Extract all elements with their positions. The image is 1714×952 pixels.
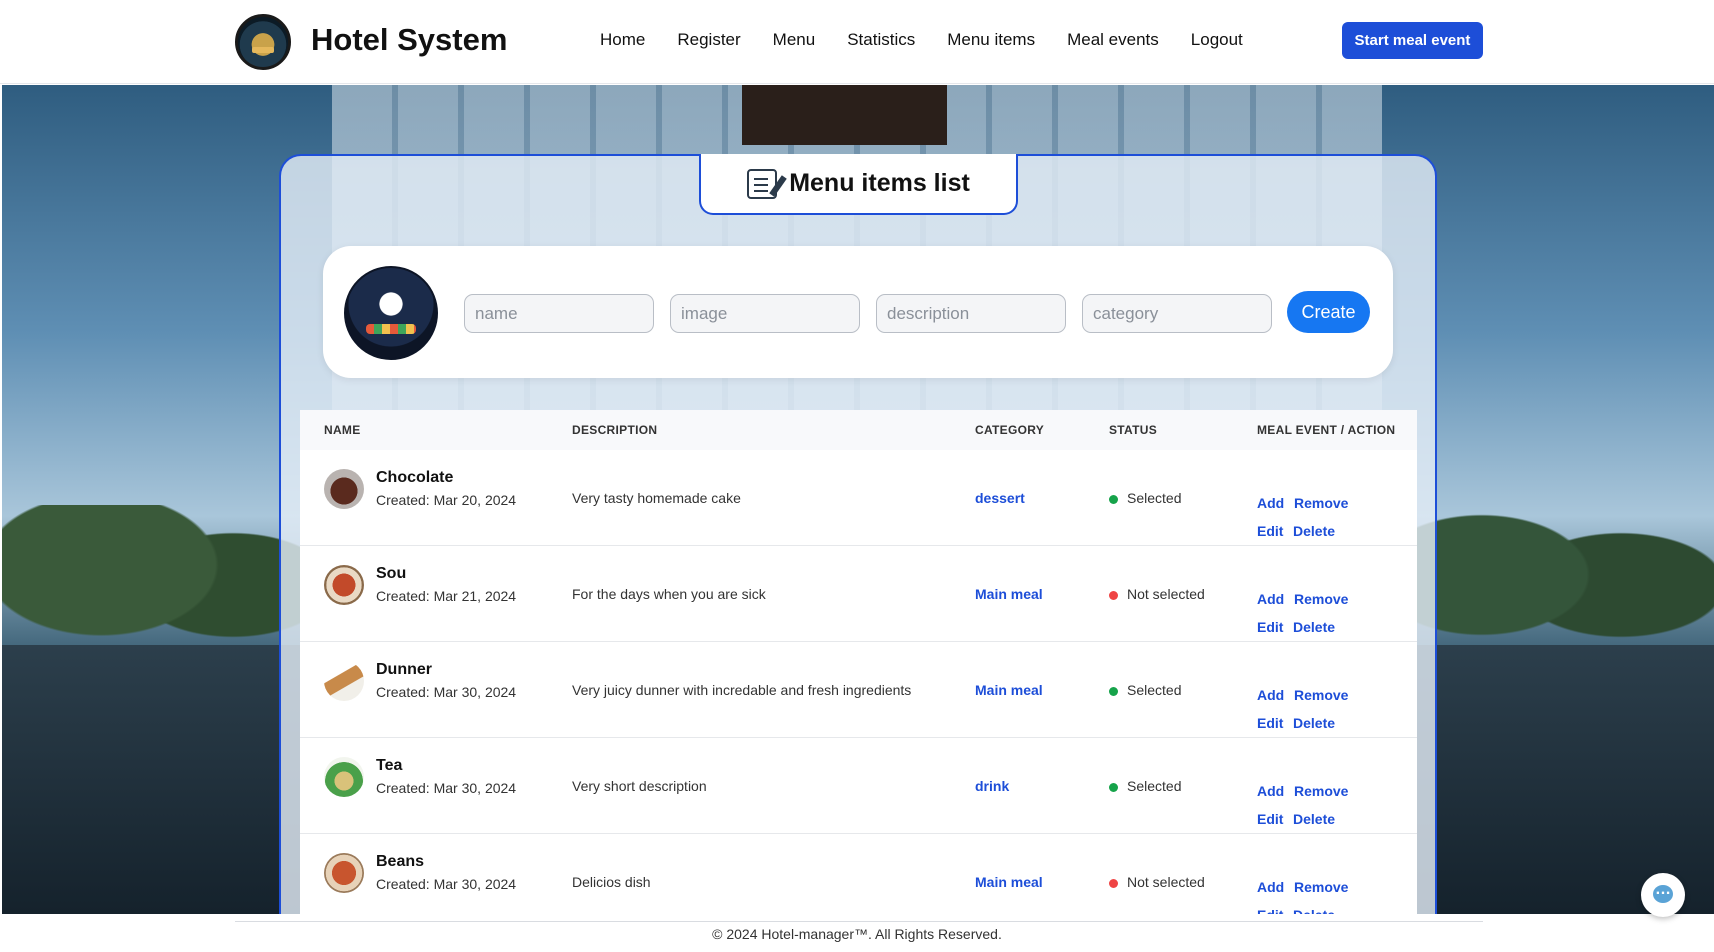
status-text: Not selected	[1127, 586, 1205, 602]
item-created: Created: Mar 30, 2024	[376, 876, 517, 892]
table-header: NAME DESCRIPTION CATEGORY STATUS MEAL EV…	[300, 410, 1417, 450]
item-created: Created: Mar 30, 2024	[376, 780, 517, 796]
footer-divider	[235, 921, 1483, 922]
item-created: Created: Mar 30, 2024	[376, 684, 517, 700]
delete-link[interactable]: Delete	[1293, 715, 1335, 731]
item-name: Tea	[376, 757, 403, 774]
remove-link[interactable]: Remove	[1294, 591, 1348, 607]
nav-register[interactable]: Register	[677, 30, 740, 50]
delete-link[interactable]: Delete	[1293, 523, 1335, 539]
column-header-action: MEAL EVENT / ACTION	[1257, 423, 1396, 437]
add-link[interactable]: Add	[1257, 495, 1284, 511]
hotel-logo[interactable]	[235, 14, 291, 70]
image-input[interactable]	[670, 294, 860, 333]
item-name: Beans	[376, 853, 425, 870]
item-category-link[interactable]: dessert	[975, 490, 1025, 506]
column-header-category: CATEGORY	[975, 423, 1045, 437]
navbar: Hotel System Home Register Menu Statisti…	[0, 0, 1714, 84]
status-text: Not selected	[1127, 874, 1205, 890]
name-input[interactable]	[464, 294, 654, 333]
card-title: Menu items list	[789, 169, 970, 197]
item-created: Created: Mar 21, 2024	[376, 588, 517, 604]
description-input[interactable]	[876, 294, 1066, 333]
nav-home[interactable]: Home	[600, 30, 645, 50]
item-name: Dunner	[376, 661, 432, 678]
edit-link[interactable]: Edit	[1257, 715, 1283, 731]
remove-link[interactable]: Remove	[1294, 783, 1348, 799]
item-thumbnail	[324, 661, 364, 701]
item-description: Very tasty homemade cake	[572, 490, 741, 506]
footer-copyright: © 2024 Hotel-manager™. All Rights Reserv…	[712, 926, 1002, 942]
status-dot	[1109, 591, 1118, 600]
nav-statistics[interactable]: Statistics	[847, 30, 915, 50]
item-description: For the days when you are sick	[572, 586, 766, 602]
item-description: Delicios dish	[572, 874, 651, 890]
delete-link[interactable]: Delete	[1293, 811, 1335, 827]
status-dot	[1109, 783, 1118, 792]
item-thumbnail	[324, 565, 364, 605]
remove-link[interactable]: Remove	[1294, 687, 1348, 703]
delete-link[interactable]: Delete	[1293, 619, 1335, 635]
item-category-link[interactable]: drink	[975, 778, 1009, 794]
item-category-link[interactable]: Main meal	[975, 682, 1043, 698]
status-text: Selected	[1127, 778, 1182, 794]
status-dot	[1109, 879, 1118, 888]
nav-menu[interactable]: Menu	[773, 30, 816, 50]
create-item-form: Create	[323, 246, 1393, 378]
create-button[interactable]: Create	[1287, 291, 1370, 333]
footer: © 2024 Hotel-manager™. All Rights Reserv…	[0, 914, 1714, 952]
add-link[interactable]: Add	[1257, 783, 1284, 799]
item-thumbnail	[324, 469, 364, 509]
remove-link[interactable]: Remove	[1294, 495, 1348, 511]
table-row: Tea Created: Mar 30, 2024 Very short des…	[300, 738, 1417, 834]
chef-hat-logo	[344, 266, 438, 360]
remove-link[interactable]: Remove	[1294, 879, 1348, 895]
column-header-status: STATUS	[1109, 423, 1158, 437]
status-text: Selected	[1127, 682, 1182, 698]
add-link[interactable]: Add	[1257, 687, 1284, 703]
nav-logout[interactable]: Logout	[1191, 30, 1243, 50]
edit-link[interactable]: Edit	[1257, 907, 1283, 914]
brand-title[interactable]: Hotel System	[311, 22, 507, 58]
nav-links: Home Register Menu Statistics Menu items…	[600, 30, 1275, 50]
table-row: Sou Created: Mar 21, 2024 For the days w…	[300, 546, 1417, 642]
nav-menu-items[interactable]: Menu items	[947, 30, 1035, 50]
column-header-description: DESCRIPTION	[572, 423, 658, 437]
add-link[interactable]: Add	[1257, 591, 1284, 607]
item-created: Created: Mar 20, 2024	[376, 492, 517, 508]
table-row: Dunner Created: Mar 30, 2024 Very juicy …	[300, 642, 1417, 738]
nav-meal-events[interactable]: Meal events	[1067, 30, 1159, 50]
status-dot	[1109, 687, 1118, 696]
edit-link[interactable]: Edit	[1257, 523, 1283, 539]
add-link[interactable]: Add	[1257, 879, 1284, 895]
edit-link[interactable]: Edit	[1257, 811, 1283, 827]
chat-bubble-icon[interactable]	[1641, 873, 1685, 917]
item-thumbnail	[324, 757, 364, 797]
notepad-pencil-icon	[747, 168, 778, 199]
delete-link[interactable]: Delete	[1293, 907, 1335, 914]
start-meal-event-button[interactable]: Start meal event	[1342, 22, 1483, 59]
table-row: Beans Created: Mar 30, 2024 Delicios dis…	[300, 834, 1417, 914]
status-dot	[1109, 495, 1118, 504]
table-row: Chocolate Created: Mar 20, 2024 Very tas…	[300, 450, 1417, 546]
item-category-link[interactable]: Main meal	[975, 874, 1043, 890]
item-thumbnail	[324, 853, 364, 893]
building-roof	[742, 85, 947, 145]
card-title-tab: Menu items list	[699, 154, 1018, 215]
item-name: Chocolate	[376, 469, 454, 486]
item-name: Sou	[376, 565, 407, 582]
menu-items-table: NAME DESCRIPTION CATEGORY STATUS MEAL EV…	[300, 410, 1417, 914]
edit-link[interactable]: Edit	[1257, 619, 1283, 635]
item-description: Very short description	[572, 778, 707, 794]
column-header-name: NAME	[324, 423, 361, 437]
status-text: Selected	[1127, 490, 1182, 506]
category-input[interactable]	[1082, 294, 1272, 333]
item-category-link[interactable]: Main meal	[975, 586, 1043, 602]
item-description: Very juicy dunner with incredable and fr…	[572, 682, 912, 698]
